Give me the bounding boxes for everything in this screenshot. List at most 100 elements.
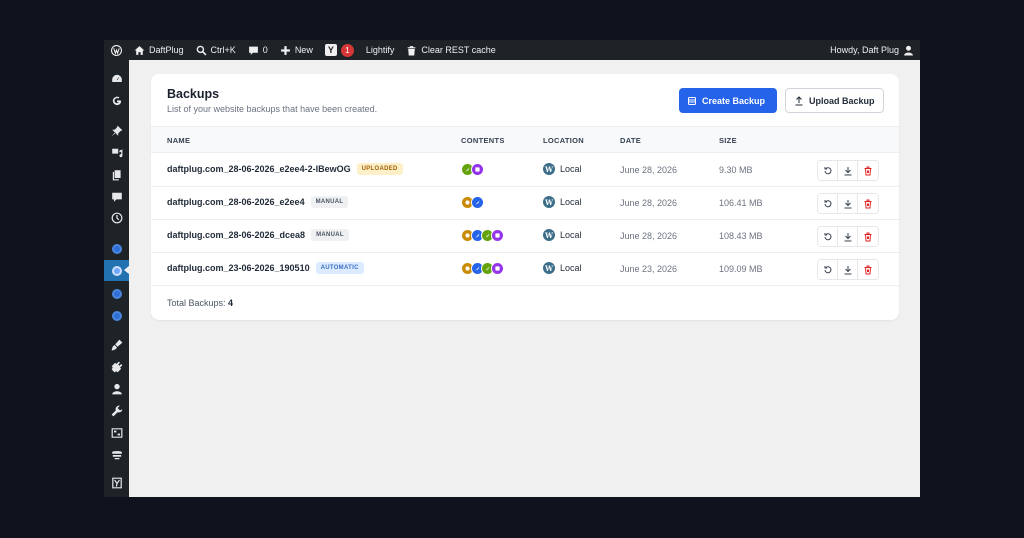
- row-actions: [817, 160, 879, 181]
- delete-button[interactable]: [858, 194, 878, 213]
- column-date: DATE: [620, 136, 642, 145]
- restore-button[interactable]: [818, 161, 838, 180]
- plugin-menu-icon-3[interactable]: [110, 309, 123, 322]
- site-name-link[interactable]: DaftPlug: [128, 40, 190, 60]
- backup-plugin-menu-icon[interactable]: [110, 264, 123, 277]
- plugin-menu-icon-2[interactable]: [110, 287, 123, 300]
- admin-sidebar-menu: [104, 60, 129, 497]
- delete-button[interactable]: [858, 227, 878, 246]
- backup-name-cell: daftplug.com_28-06-2026_dcea8 MANUAL: [167, 229, 349, 241]
- trash-icon: [408, 45, 416, 55]
- clear-rest-cache-link[interactable]: Clear REST cache: [400, 40, 501, 60]
- yoast-notification-badge: 1: [340, 43, 354, 57]
- site-name-label: DaftPlug: [149, 45, 184, 55]
- contents-cell: [461, 163, 484, 176]
- comments-link[interactable]: 0: [242, 40, 274, 60]
- search-shortcut[interactable]: Ctrl+K: [190, 40, 242, 60]
- backups-panel: Backups List of your website backups tha…: [151, 74, 899, 320]
- my-account-menu[interactable]: Howdy, Daft Plug: [824, 40, 920, 60]
- trash-icon: [864, 232, 872, 241]
- size-cell: 106.41 MB: [719, 198, 763, 208]
- contents-cell: [461, 196, 484, 209]
- delete-button[interactable]: [858, 260, 878, 279]
- dashboard-icon[interactable]: [110, 72, 123, 85]
- contents-cell: [461, 262, 504, 275]
- database-plus-icon: [688, 96, 696, 105]
- location-cell: W Local: [543, 196, 582, 208]
- uploads-content-icon: [471, 196, 484, 209]
- restore-icon: [824, 232, 831, 240]
- trash-icon: [864, 199, 872, 208]
- wordpress-icon: W: [543, 229, 555, 241]
- download-button[interactable]: [838, 161, 858, 180]
- trash-icon: [864, 265, 872, 274]
- location-cell: W Local: [543, 262, 582, 274]
- download-button[interactable]: [838, 260, 858, 279]
- column-contents: CONTENTS: [461, 136, 505, 145]
- restore-button[interactable]: [818, 227, 838, 246]
- total-backups-value: 4: [228, 298, 234, 308]
- admin-bar: DaftPlug Ctrl+K 0 New Y 1 Lightify Clear…: [104, 40, 920, 60]
- status-badge: AUTOMATIC: [315, 262, 364, 274]
- pages-icon[interactable]: [110, 168, 123, 181]
- wordpress-icon: W: [543, 163, 555, 175]
- table-row: daftplug.com_23-06-2026_190510 AUTOMATIC…: [151, 253, 899, 286]
- date-cell: June 23, 2026: [620, 264, 678, 274]
- row-actions: [817, 259, 879, 280]
- download-icon: [844, 199, 851, 208]
- media-icon[interactable]: [110, 146, 123, 159]
- site-kit-g-icon[interactable]: [110, 94, 123, 107]
- hosting-server-icon[interactable]: [110, 448, 123, 461]
- status-badge: MANUAL: [311, 229, 349, 241]
- comments-count: 0: [262, 45, 268, 55]
- users-icon[interactable]: [110, 382, 123, 395]
- user-avatar-icon: [904, 45, 913, 55]
- download-button[interactable]: [838, 227, 858, 246]
- wordpress-logo-icon[interactable]: [104, 40, 128, 60]
- restore-button[interactable]: [818, 260, 838, 279]
- search-shortcut-label: Ctrl+K: [210, 45, 236, 55]
- column-size: SIZE: [719, 136, 737, 145]
- yoast-icon: Y: [324, 44, 337, 56]
- table-row: daftplug.com_28-06-2026_dcea8 MANUAL W L…: [151, 220, 899, 253]
- backup-name-cell: daftplug.com_28-06-2026_e2ee4 MANUAL: [167, 196, 349, 208]
- table-row: daftplug.com_28-06-2026_e2ee4 MANUAL W L…: [151, 187, 899, 220]
- yoast-menu-icon[interactable]: [110, 476, 123, 489]
- total-backups: Total Backups: 4: [167, 298, 233, 308]
- plugins-plug-icon[interactable]: [110, 360, 123, 373]
- activity-clock-icon[interactable]: [110, 211, 123, 224]
- location-label: Local: [560, 197, 582, 207]
- plus-icon: [280, 45, 290, 55]
- table-row: daftplug.com_28-06-2026_e2ee4-2-lBewOG U…: [151, 154, 899, 187]
- appearance-brush-icon[interactable]: [110, 338, 123, 351]
- restore-icon: [824, 199, 831, 207]
- upload-backup-button[interactable]: Upload Backup: [785, 88, 884, 113]
- download-icon: [844, 166, 851, 175]
- lightify-menu[interactable]: Lightify: [360, 40, 401, 60]
- contents-cell: [461, 229, 504, 242]
- howdy-label: Howdy, Daft Plug: [830, 45, 899, 55]
- location-cell: W Local: [543, 229, 582, 241]
- yoast-menu[interactable]: Y 1: [319, 40, 360, 60]
- lightify-label: Lightify: [365, 45, 395, 55]
- page-title: Backups: [167, 87, 220, 101]
- download-icon: [844, 265, 851, 274]
- new-content-link[interactable]: New: [274, 40, 319, 60]
- restore-button[interactable]: [818, 194, 838, 213]
- delete-button[interactable]: [858, 161, 878, 180]
- create-backup-button[interactable]: Create Backup: [679, 88, 777, 113]
- tools-wrench-icon[interactable]: [110, 404, 123, 417]
- size-cell: 109.09 MB: [719, 264, 763, 274]
- upload-backup-label: Upload Backup: [809, 95, 875, 106]
- settings-icon[interactable]: [110, 426, 123, 439]
- status-badge: UPLOADED: [356, 163, 403, 175]
- backup-name-cell: daftplug.com_23-06-2026_190510 AUTOMATIC: [167, 262, 364, 274]
- restore-icon: [824, 166, 831, 174]
- download-button[interactable]: [838, 194, 858, 213]
- size-cell: 108.43 MB: [719, 231, 763, 241]
- status-badge: MANUAL: [310, 196, 349, 208]
- comments-menu-icon[interactable]: [110, 190, 123, 203]
- pin-icon[interactable]: [110, 124, 123, 137]
- clear-cache-label: Clear REST cache: [421, 45, 496, 55]
- plugin-menu-icon-1[interactable]: [110, 242, 123, 255]
